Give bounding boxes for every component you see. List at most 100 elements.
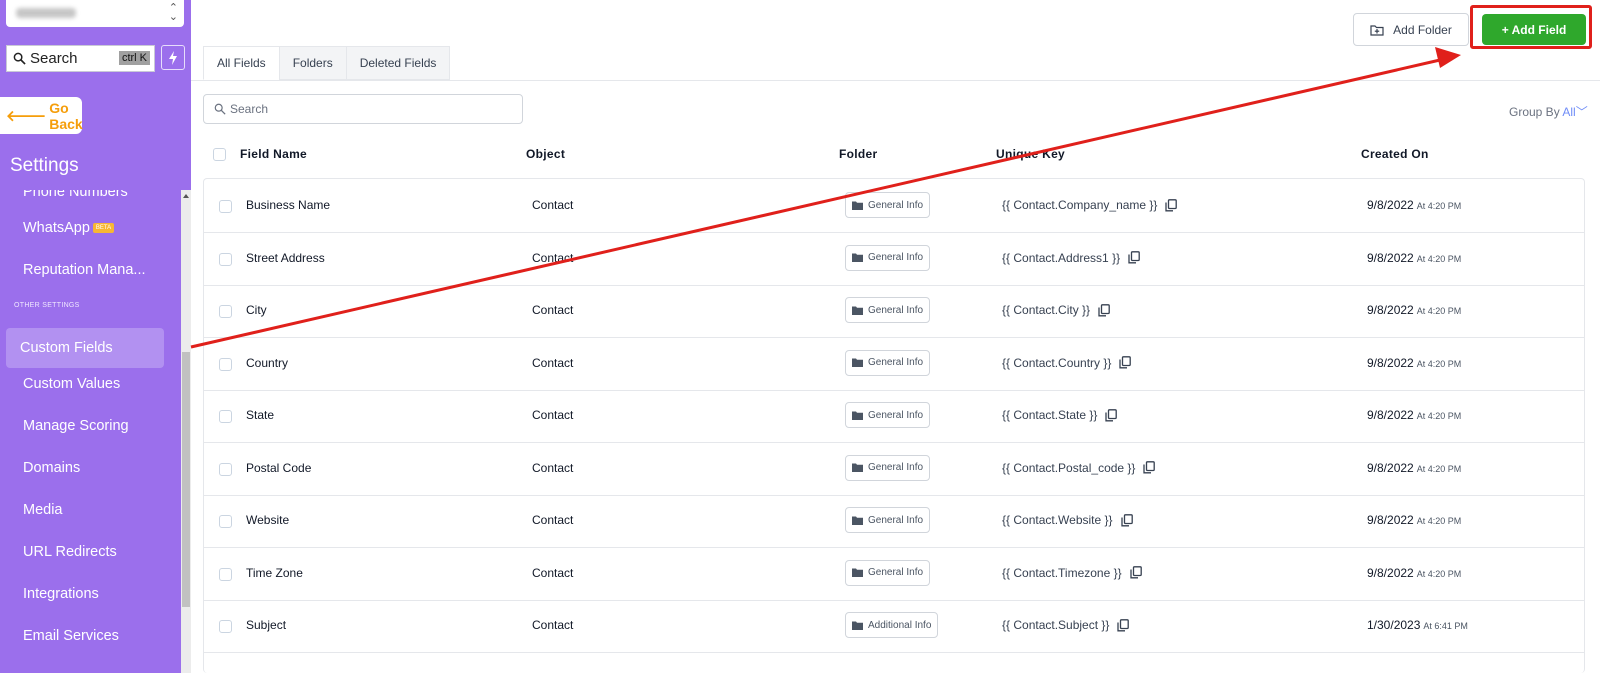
field-object: Contact [532,303,574,317]
search-icon [13,52,26,65]
go-back-button[interactable]: 🡐 Go Back [0,97,83,134]
folder-icon [852,463,863,472]
copy-icon[interactable] [1128,251,1140,264]
sidebar-item-integrations[interactable]: Integrations [23,586,99,602]
add-folder-button[interactable]: Add Folder [1353,13,1469,46]
table-row[interactable]: Website Contact General Info {{ Contact.Web… [204,494,1584,548]
folder-label: General Info [868,409,924,421]
header-object[interactable]: Object [526,147,565,161]
tab-folders[interactable]: Folders [278,46,347,80]
chevron-updown-icon: ⌃ ⌄ [168,2,178,23]
tab-all-fields[interactable]: All Fields [203,46,280,80]
row-checkbox[interactable] [219,620,232,633]
unique-key: {{ Contact.Postal_code }} [1002,461,1156,475]
sidebar-item-domains[interactable]: Domains [23,460,80,476]
sidebar-item-custom-fields[interactable]: Custom Fields [6,328,164,368]
row-checkbox[interactable] [219,515,232,528]
copy-icon[interactable] [1120,513,1133,527]
folder-badge[interactable]: General Info [845,349,931,376]
folder-icon [852,411,863,420]
sidebar-item-email-services[interactable]: Email Services [23,628,119,644]
copy-icon[interactable] [1105,408,1118,422]
copy-icon[interactable] [1165,198,1178,212]
created-date: 9/8/2022 [1367,198,1414,212]
copy-icon[interactable] [1119,356,1132,369]
table-row[interactable]: State Contact General Info {{ Contact.State… [204,389,1584,443]
unique-key-text: {{ Contact.Website }} [1002,513,1113,527]
sidebar-item-reputation[interactable]: Reputation Mana... [23,262,146,278]
folder-badge[interactable]: General Info [845,192,931,218]
app-root: ⌃ ⌄ Search ctrl K 🡐 Go Back Settings Phon… [0,0,1600,673]
sidebar-item-whatsapp[interactable]: WhatsApp BETA [23,220,115,236]
row-checkbox[interactable] [219,567,232,581]
row-checkbox[interactable] [219,252,232,266]
created-date: 9/8/2022 [1367,460,1414,475]
add-field-button[interactable]: + Add Field [1482,14,1586,45]
search-icon [214,103,226,115]
field-name: State [246,408,275,422]
created-on: 9/8/2022 At 4:20 PM [1367,198,1461,212]
row-checkbox[interactable] [219,462,232,476]
field-object: Contact [532,355,574,370]
unique-key: {{ Contact.Company_name }} [1002,198,1178,212]
copy-icon[interactable] [1098,303,1110,317]
unique-key: {{ Contact.Website }} [1002,513,1133,527]
folder-badge[interactable]: General Info [845,454,931,481]
created-date: 1/30/2023 [1367,618,1421,632]
table-row[interactable]: Time Zone Contact General Info {{ Contact.T… [204,547,1584,601]
unique-key-text: {{ Contact.City }} [1002,303,1091,317]
folder-label: General Info [868,514,924,526]
row-checkbox[interactable] [219,200,232,213]
copy-icon[interactable] [1117,618,1130,632]
header-field-name[interactable]: Field Name [240,147,307,161]
table-row[interactable]: Business Name Contact General Info {{ Conta… [204,179,1584,233]
created-date: 9/8/2022 [1367,355,1414,370]
tab-deleted-fields[interactable]: Deleted Fields [345,46,451,80]
folder-badge[interactable]: General Info [845,559,931,586]
header-folder[interactable]: Folder [839,147,877,161]
folder-badge[interactable]: Additional Info [845,612,939,638]
table-row[interactable]: Country Contact General Info {{ Contact.Cou… [204,337,1584,391]
header-created-on[interactable]: Created On [1361,147,1429,161]
folder-badge[interactable]: General Info [845,402,931,428]
unique-key: {{ Contact.Country }} [1002,356,1132,370]
table-row[interactable]: Street Address Contact General Info {{ Cont… [204,232,1584,286]
fields-search-input[interactable]: Search [203,94,523,124]
sidebar-item-phone-numbers[interactable]: Phone Numbers [23,190,128,200]
group-by-dropdown[interactable]: Group By All﹀ [1509,103,1588,120]
sidebar-item-manage-scoring[interactable]: Manage Scoring [23,418,129,434]
row-checkbox[interactable] [219,305,232,318]
sidebar-item-url-redirects[interactable]: URL Redirects [23,544,117,560]
unique-key: {{ Contact.Address1 }} [1002,251,1140,265]
table-row[interactable]: Postal Code Contact General Info {{ Contact… [204,442,1584,496]
scrollbar-thumb[interactable] [182,352,190,607]
sidebar-item-custom-values[interactable]: Custom Values [23,376,120,392]
sidebar-search[interactable]: Search ctrl K [6,45,155,72]
quick-actions-button[interactable] [161,45,185,70]
table-row[interactable]: City Contact General Info {{ Contact.City }… [204,284,1584,338]
folder-badge[interactable]: General Info [845,507,931,533]
row-checkbox[interactable] [219,410,232,423]
created-on: 9/8/2022 At 4:20 PM [1367,461,1461,475]
field-object: Contact [532,250,574,265]
field-object: Contact [532,513,574,527]
field-object: Contact [532,460,574,475]
folder-badge[interactable]: General Info [845,244,931,271]
row-checkbox[interactable] [219,357,232,371]
copy-icon[interactable] [1143,461,1156,474]
created-date: 9/8/2022 [1367,565,1414,580]
sidebar-item-media[interactable]: Media [23,502,63,518]
scroll-up-icon[interactable] [183,194,189,198]
sidebar-scrollbar[interactable] [181,190,191,673]
created-date: 9/8/2022 [1367,513,1414,527]
account-switcher[interactable]: ⌃ ⌄ [6,0,184,27]
folder-badge[interactable]: General Info [845,297,931,323]
table-row[interactable]: Subject Contact Additional Info {{ Contact.… [204,599,1584,653]
unique-key-text: {{ Contact.Company_name }} [1002,198,1158,212]
unique-key: {{ Contact.Timezone }} [1002,566,1142,580]
created-on: 9/8/2022 At 4:20 PM [1367,303,1461,317]
copy-icon[interactable] [1129,566,1142,579]
select-all-checkbox[interactable] [213,148,226,161]
beta-badge: BETA [92,223,115,234]
header-unique-key[interactable]: Unique Key [996,147,1065,161]
